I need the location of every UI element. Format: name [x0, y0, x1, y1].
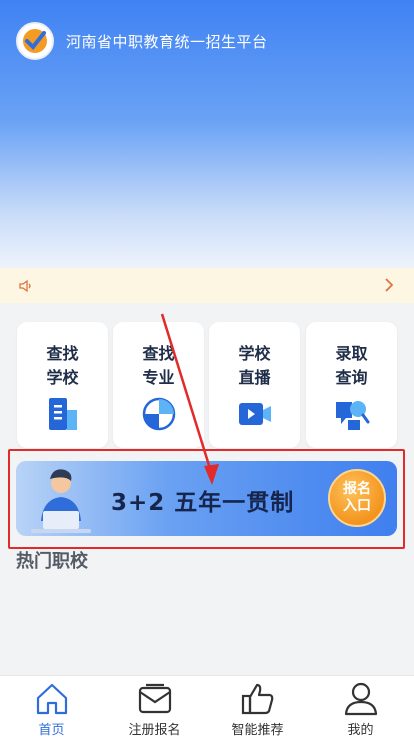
section-title: 热门职校 [16, 551, 88, 572]
card-label: 查找 专业 [142, 344, 175, 387]
pie-chart-icon [142, 397, 176, 431]
user-icon [344, 682, 378, 716]
tab-register[interactable]: 注册报名 [103, 676, 206, 738]
highlight-frame [8, 449, 405, 549]
hero-banner: 河南省中职教育统一招生平台 [0, 0, 414, 268]
card-find-school[interactable]: 查找 学校 [17, 322, 108, 448]
card-find-major[interactable]: 查找 专业 [113, 322, 204, 448]
thumbs-up-icon [241, 683, 274, 715]
chevron-right-icon[interactable] [384, 278, 394, 292]
tab-label: 首页 [38, 723, 65, 738]
app-title: 河南省中职教育统一招生平台 [66, 33, 268, 51]
speaker-icon [19, 279, 31, 293]
tab-label: 智能推荐 [231, 723, 284, 738]
tab-mine[interactable]: 我的 [309, 676, 412, 738]
mail-icon [138, 683, 172, 714]
tab-label: 注册报名 [128, 723, 181, 738]
school-building-icon [49, 398, 77, 430]
tab-recommend[interactable]: 智能推荐 [206, 676, 309, 738]
video-camera-icon [239, 403, 271, 425]
card-label: 学校 直播 [238, 344, 271, 387]
card-school-live[interactable]: 学校 直播 [209, 322, 300, 448]
logo-icon [16, 22, 54, 60]
home-icon [36, 683, 68, 715]
card-label: 录取 查询 [335, 344, 368, 387]
notice-bar[interactable] [0, 268, 414, 303]
search-document-icon [336, 401, 370, 430]
card-label: 查找 学校 [46, 344, 79, 387]
tab-home[interactable]: 首页 [0, 676, 103, 738]
bottom-tab-bar: 首页 注册报名 智能推荐 我的 [0, 675, 414, 738]
card-admission-query[interactable]: 录取 查询 [306, 322, 397, 448]
tab-label: 我的 [347, 723, 374, 738]
